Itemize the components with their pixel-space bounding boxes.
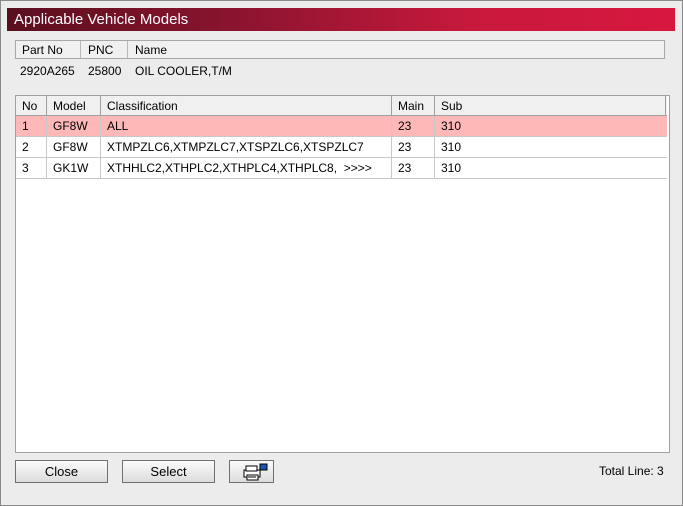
column-divider[interactable]	[100, 96, 101, 115]
column-divider[interactable]	[391, 96, 392, 115]
cell-model: GF8W	[53, 140, 88, 154]
cell-divider	[391, 158, 392, 178]
column-header-classification[interactable]: Classification	[107, 99, 178, 113]
column-header-main[interactable]: Main	[398, 99, 424, 113]
part-info-header: Part No PNC Name	[15, 40, 665, 59]
table-row[interactable]: 1 GF8W ALL 23 310	[16, 116, 667, 137]
window-title: Applicable Vehicle Models	[14, 11, 189, 28]
cell-no: 2	[22, 140, 29, 154]
column-divider	[127, 41, 128, 58]
column-header-model[interactable]: Model	[53, 99, 86, 113]
printer-icon	[243, 463, 267, 481]
cell-main: 23	[398, 140, 412, 154]
column-divider[interactable]	[46, 96, 47, 115]
cell-classification: XTMPZLC6,XTMPZLC7,XTSPZLC6,XTSPZLC7	[107, 140, 364, 154]
cell-divider	[46, 116, 47, 136]
table-header: No Model Classification Main Sub	[16, 96, 667, 116]
column-divider[interactable]	[434, 96, 435, 115]
cell-divider	[100, 137, 101, 157]
cell-divider	[434, 137, 435, 157]
column-header-no[interactable]: No	[22, 99, 37, 113]
print-button[interactable]	[229, 460, 274, 483]
pnc-value: 25800	[88, 64, 122, 78]
cell-divider	[46, 137, 47, 157]
select-button[interactable]: Select	[122, 460, 215, 483]
vehicle-models-table[interactable]: No Model Classification Main Sub 1 GF8W …	[15, 95, 670, 453]
dialog-window: Applicable Vehicle Models Part No PNC Na…	[0, 0, 683, 506]
name-value: OIL COOLER,T/M	[135, 64, 232, 78]
cell-sub: 310	[441, 161, 462, 175]
cell-sub: 310	[441, 140, 462, 154]
pnc-header: PNC	[88, 43, 114, 57]
cell-no: 3	[22, 161, 29, 175]
cell-divider	[100, 116, 101, 136]
title-bar[interactable]: Applicable Vehicle Models	[7, 8, 675, 31]
cell-divider	[434, 158, 435, 178]
cell-divider	[46, 158, 47, 178]
cell-divider	[391, 116, 392, 136]
column-divider	[80, 41, 81, 58]
name-header: Name	[135, 43, 168, 57]
column-header-sub[interactable]: Sub	[441, 99, 462, 113]
cell-divider	[391, 137, 392, 157]
part-no-header: Part No	[22, 43, 63, 57]
cell-divider	[434, 116, 435, 136]
close-button[interactable]: Close	[15, 460, 108, 483]
cell-main: 23	[398, 161, 412, 175]
column-divider[interactable]	[665, 96, 666, 115]
table-row[interactable]: 2 GF8W XTMPZLC6,XTMPZLC7,XTSPZLC6,XTSPZL…	[16, 137, 667, 158]
part-no-value: 2920A265	[20, 64, 75, 78]
total-line-label: Total Line: 3	[599, 464, 664, 478]
cell-sub: 310	[441, 119, 462, 133]
cell-model: GF8W	[53, 119, 88, 133]
cell-model: GK1W	[53, 161, 89, 175]
cell-classification: ALL	[107, 119, 129, 133]
cell-no: 1	[22, 119, 29, 133]
cell-main: 23	[398, 119, 412, 133]
cell-classification: XTHHLC2,XTHPLC2,XTHPLC4,XTHPLC8, >>>>	[107, 161, 372, 175]
cell-divider	[100, 158, 101, 178]
table-row[interactable]: 3 GK1W XTHHLC2,XTHPLC2,XTHPLC4,XTHPLC8, …	[16, 158, 667, 179]
